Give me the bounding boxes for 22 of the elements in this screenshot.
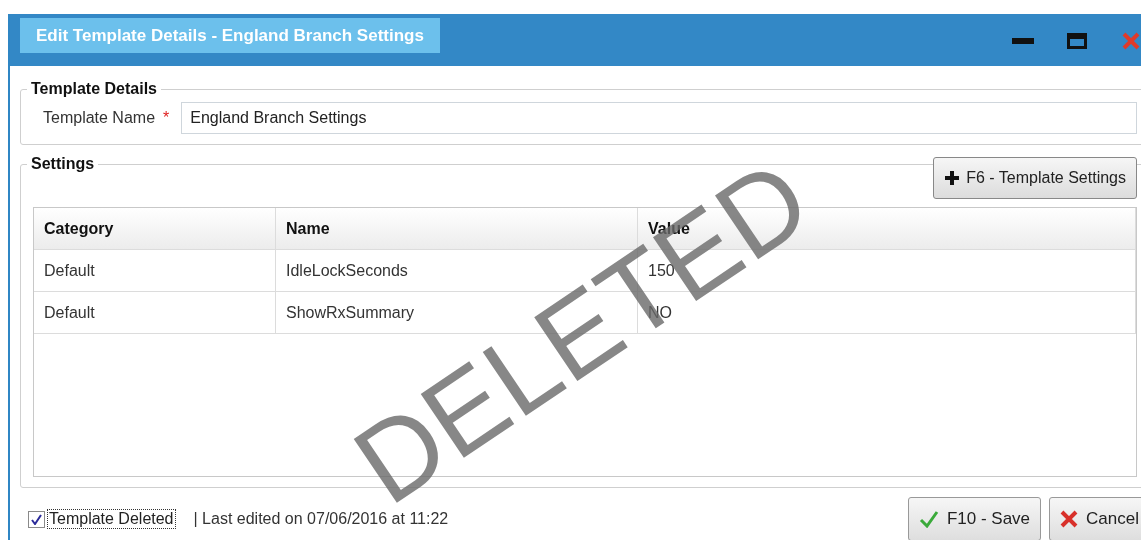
field-label: Template Name [43, 109, 156, 127]
minimize-icon [1012, 38, 1034, 44]
group-legend: Settings [27, 155, 99, 173]
group-legend: Template Details [27, 80, 161, 98]
checkmark-icon [918, 510, 939, 528]
checkmark-icon [31, 513, 42, 525]
deleted-checkbox[interactable] [28, 510, 45, 528]
template-name-field[interactable]: England Branch Settings [181, 102, 1137, 134]
table-cell: Default [34, 250, 276, 291]
template-settings-button[interactable]: F6 - Template Settings [933, 157, 1137, 199]
maximize-icon [1067, 33, 1087, 49]
table-cell: Default [34, 292, 276, 333]
cancel-button[interactable]: Cancel [1049, 497, 1141, 540]
cancel-icon [1060, 510, 1079, 528]
column-header: Category [34, 208, 276, 249]
window-title: Edit Template Details - England Branch Settings [20, 18, 440, 53]
checkbox-label[interactable]: Template Deleted [47, 509, 176, 529]
save-button[interactable]: F10 - Save [907, 497, 1042, 540]
last-edited-text: | Last edited on 07/06/2016 at 11:22 [193, 510, 449, 528]
plus-icon [944, 170, 961, 186]
required-mark: * [163, 109, 170, 127]
close-icon [1121, 31, 1141, 51]
